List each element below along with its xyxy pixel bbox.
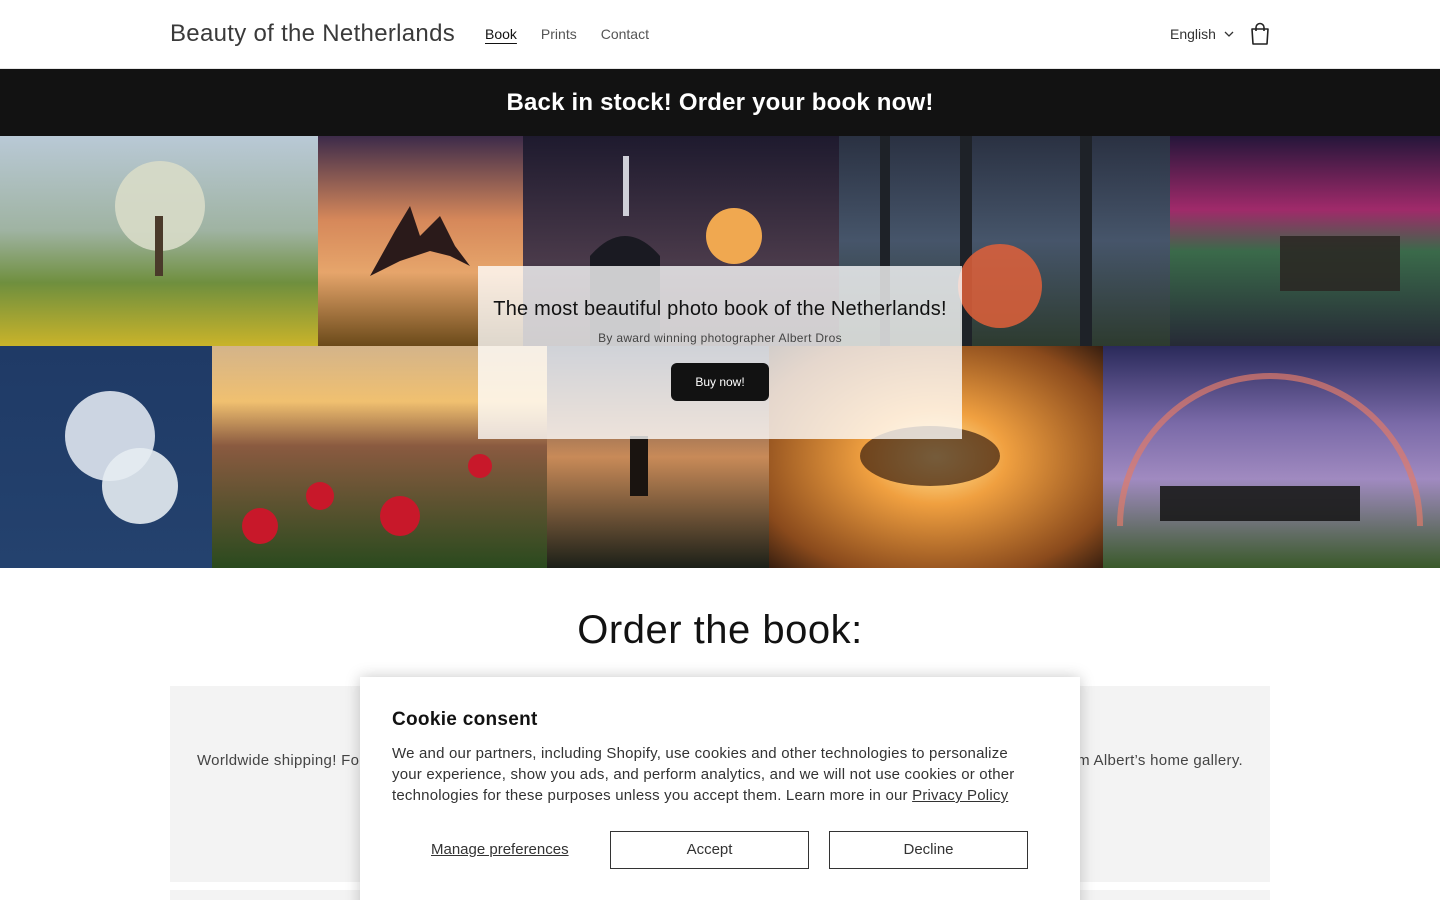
nav-item-book[interactable]: Book	[485, 26, 517, 42]
nav-item-prints[interactable]: Prints	[541, 26, 577, 42]
card-text-left: Worldwide shipping! For	[197, 752, 365, 769]
cookie-title: Cookie consent	[392, 709, 538, 730]
accept-button[interactable]: Accept	[610, 831, 809, 869]
privacy-policy-link[interactable]: Privacy Policy	[912, 787, 1008, 804]
language-selector[interactable]: English	[1170, 26, 1234, 42]
main-nav: Book Prints Contact	[485, 26, 649, 42]
cookie-body: We and our partners, including Shopify, …	[392, 743, 1042, 806]
cart-icon[interactable]	[1246, 20, 1274, 48]
hero-text-box: The most beautiful photo book of the Net…	[478, 266, 962, 439]
order-heading: Order the book:	[577, 608, 863, 652]
site-title[interactable]: Beauty of the Netherlands	[170, 20, 455, 48]
hero-subtitle: By award winning photographer Albert Dro…	[598, 331, 842, 345]
site-header: Beauty of the Netherlands Book Prints Co…	[0, 0, 1440, 69]
language-label: English	[1170, 26, 1216, 42]
chevron-down-icon	[1224, 31, 1234, 37]
hero-title: The most beautiful photo book of the Net…	[493, 298, 947, 320]
manage-preferences-link[interactable]: Manage preferences	[431, 841, 569, 858]
announcement-bar: Back in stock! Order your book now!	[0, 69, 1440, 136]
decline-button[interactable]: Decline	[829, 831, 1028, 869]
announcement-text[interactable]: Back in stock! Order your book now!	[506, 89, 933, 117]
cookie-consent-dialog: Cookie consent We and our partners, incl…	[360, 677, 1080, 900]
card-text-right: om Albert’s home gallery.	[1068, 752, 1243, 769]
buy-now-button[interactable]: Buy now!	[671, 363, 769, 401]
nav-item-contact[interactable]: Contact	[601, 26, 649, 42]
